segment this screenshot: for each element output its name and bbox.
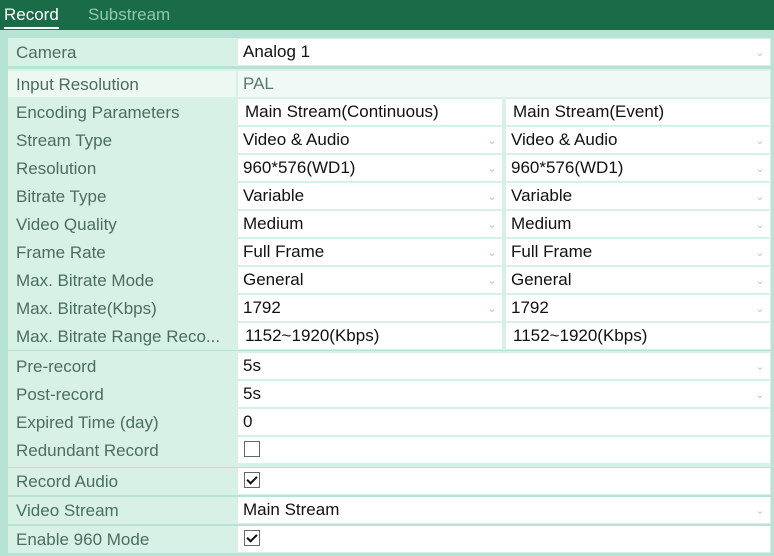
expired-time-value: 0 — [243, 412, 253, 431]
max-bitrate-event-select[interactable]: 1792 ⌄ — [506, 295, 770, 321]
chevron-down-icon: ⌄ — [755, 361, 765, 373]
input-resolution-value: PAL — [238, 71, 770, 97]
resolution-event-select[interactable]: 960*576(WD1) ⌄ — [506, 155, 770, 181]
stream-type-main-value: Video & Audio — [243, 130, 350, 149]
main-stream-continuous-header: Main Stream(Continuous) — [238, 99, 502, 125]
redundant-record-field — [238, 437, 770, 463]
resolution-main-value: 960*576(WD1) — [243, 158, 356, 177]
enable-960-mode-field — [238, 526, 770, 552]
max-bitrate-mode-label: Max. Bitrate Mode — [8, 267, 236, 293]
max-bitrate-range-main-value: 1152~1920(Kbps) — [238, 323, 502, 349]
chevron-down-icon: ⌄ — [755, 219, 765, 231]
video-quality-main-value: Medium — [243, 214, 304, 233]
chevron-down-icon: ⌄ — [487, 275, 497, 287]
chevron-down-icon: ⌄ — [755, 303, 765, 315]
post-record-value: 5s — [243, 384, 261, 403]
camera-label: Camera — [8, 39, 236, 65]
record-audio-field — [238, 468, 770, 494]
max-bitrate-mode-event-value: General — [511, 270, 572, 289]
pre-record-value: 5s — [243, 356, 261, 375]
encoding-parameters-label: Encoding Parameters — [8, 99, 236, 125]
max-bitrate-main-select[interactable]: 1792 ⌄ — [238, 295, 502, 321]
bitrate-type-label: Bitrate Type — [8, 183, 236, 209]
chevron-down-icon: ⌄ — [755, 191, 765, 203]
chevron-down-icon: ⌄ — [487, 135, 497, 147]
frame-rate-event-select[interactable]: Full Frame ⌄ — [506, 239, 770, 265]
video-quality-event-select[interactable]: Medium ⌄ — [506, 211, 770, 237]
tab-bar: Record Substream — [0, 0, 774, 30]
record-audio-label: Record Audio — [8, 468, 236, 494]
tab-record[interactable]: Record — [4, 5, 59, 29]
post-record-label: Post-record — [8, 381, 236, 407]
resolution-event-value: 960*576(WD1) — [511, 158, 624, 177]
stream-type-event-select[interactable]: Video & Audio ⌄ — [506, 127, 770, 153]
video-stream-label: Video Stream — [8, 497, 236, 523]
chevron-down-icon: ⌄ — [487, 163, 497, 175]
stream-type-label: Stream Type — [8, 127, 236, 153]
chevron-down-icon: ⌄ — [755, 47, 765, 59]
video-quality-label: Video Quality — [8, 211, 236, 237]
pre-record-label: Pre-record — [8, 353, 236, 379]
chevron-down-icon: ⌄ — [487, 247, 497, 259]
frame-rate-main-select[interactable]: Full Frame ⌄ — [238, 239, 502, 265]
resolution-main-select[interactable]: 960*576(WD1) ⌄ — [238, 155, 502, 181]
main-stream-event-header: Main Stream(Event) — [506, 99, 770, 125]
enable-960-mode-checkbox[interactable] — [244, 530, 260, 546]
chevron-down-icon: ⌄ — [755, 247, 765, 259]
max-bitrate-mode-main-value: General — [243, 270, 304, 289]
frame-rate-label: Frame Rate — [8, 239, 236, 265]
max-bitrate-range-label: Max. Bitrate Range Reco... — [8, 323, 236, 349]
chevron-down-icon: ⌄ — [755, 163, 765, 175]
max-bitrate-mode-event-select[interactable]: General ⌄ — [506, 267, 770, 293]
chevron-down-icon: ⌄ — [755, 275, 765, 287]
stream-type-main-select[interactable]: Video & Audio ⌄ — [238, 127, 502, 153]
pre-record-select[interactable]: 5s ⌄ — [238, 353, 770, 379]
tab-substream[interactable]: Substream — [88, 5, 170, 27]
video-quality-main-select[interactable]: Medium ⌄ — [238, 211, 502, 237]
frame-rate-event-value: Full Frame — [511, 242, 593, 261]
checkmark-icon — [246, 473, 258, 485]
stream-type-event-value: Video & Audio — [511, 130, 618, 149]
enable-960-mode-label: Enable 960 Mode — [8, 526, 236, 552]
record-audio-checkbox[interactable] — [244, 472, 260, 488]
redundant-record-checkbox[interactable] — [244, 441, 260, 457]
chevron-down-icon: ⌄ — [755, 135, 765, 147]
max-bitrate-label: Max. Bitrate(Kbps) — [8, 295, 236, 321]
video-stream-select[interactable]: Main Stream ⌄ — [238, 497, 770, 523]
bitrate-type-main-select[interactable]: Variable ⌄ — [238, 183, 502, 209]
bitrate-type-event-value: Variable — [511, 186, 573, 205]
redundant-record-label: Redundant Record — [8, 437, 236, 463]
chevron-down-icon: ⌄ — [755, 505, 765, 517]
max-bitrate-main-value: 1792 — [243, 298, 281, 317]
expired-time-label: Expired Time (day) — [8, 409, 236, 435]
record-settings-panel: Camera Analog 1 ⌄ Input Resolution PAL E… — [0, 30, 774, 556]
frame-rate-main-value: Full Frame — [243, 242, 325, 261]
chevron-down-icon: ⌄ — [487, 303, 497, 315]
chevron-down-icon: ⌄ — [487, 219, 497, 231]
camera-value: Analog 1 — [243, 42, 311, 61]
bitrate-type-main-value: Variable — [243, 186, 305, 205]
chevron-down-icon: ⌄ — [487, 191, 497, 203]
post-record-select[interactable]: 5s ⌄ — [238, 381, 770, 407]
input-resolution-label: Input Resolution — [8, 71, 236, 97]
camera-select[interactable]: Analog 1 ⌄ — [238, 39, 770, 65]
max-bitrate-range-event-value: 1152~1920(Kbps) — [506, 323, 770, 349]
chevron-down-icon: ⌄ — [755, 389, 765, 401]
bitrate-type-event-select[interactable]: Variable ⌄ — [506, 183, 770, 209]
max-bitrate-event-value: 1792 — [511, 298, 549, 317]
max-bitrate-mode-main-select[interactable]: General ⌄ — [238, 267, 502, 293]
video-stream-value: Main Stream — [243, 500, 340, 519]
resolution-label: Resolution — [8, 155, 236, 181]
checkmark-icon — [246, 531, 258, 543]
video-quality-event-value: Medium — [511, 214, 572, 233]
expired-time-input[interactable]: 0 — [238, 409, 770, 435]
